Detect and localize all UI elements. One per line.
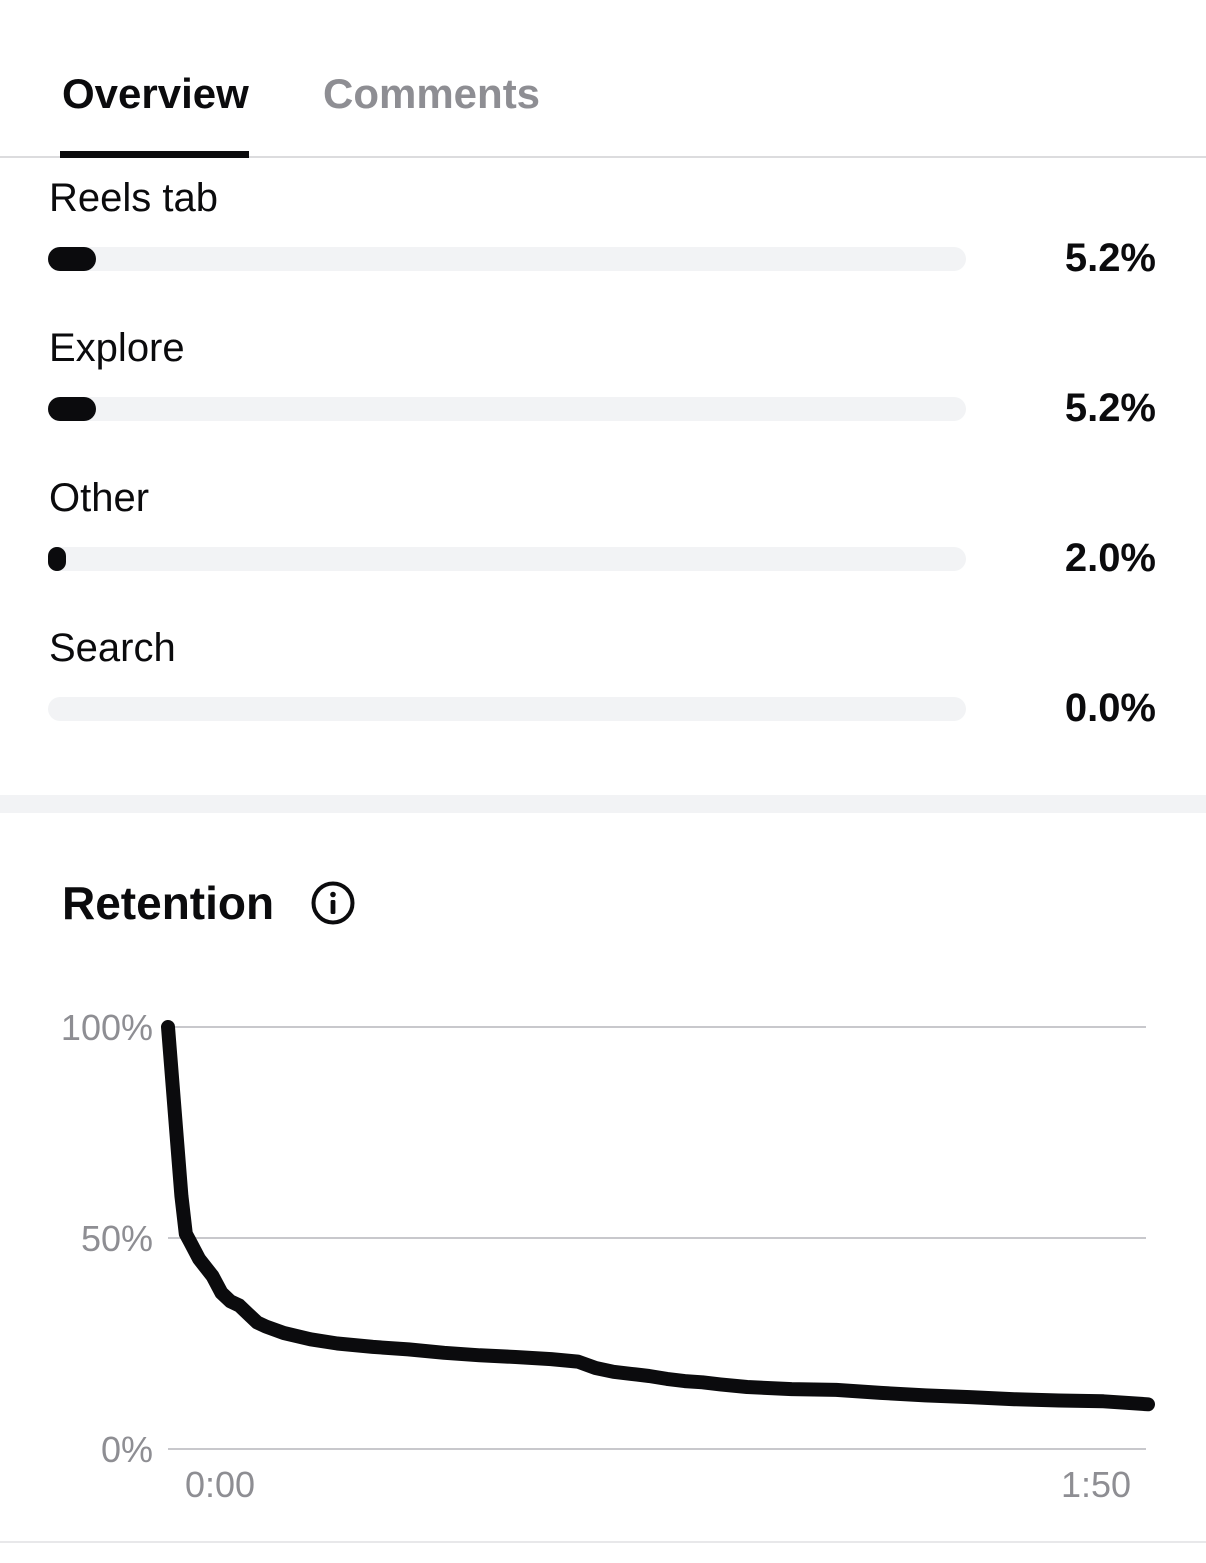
x-tick-label: 1:50 [1061, 1464, 1131, 1505]
y-tick-label: 100% [61, 1007, 153, 1048]
retention-line [161, 1020, 1155, 1412]
retention-chart: 100% 50% 0% 0:00 1:50 [61, 1007, 1155, 1505]
x-tick-label: 0:00 [185, 1464, 255, 1505]
bottom-divider [0, 1541, 1206, 1543]
y-tick-label: 0% [101, 1429, 153, 1470]
y-tick-label: 50% [81, 1218, 153, 1259]
